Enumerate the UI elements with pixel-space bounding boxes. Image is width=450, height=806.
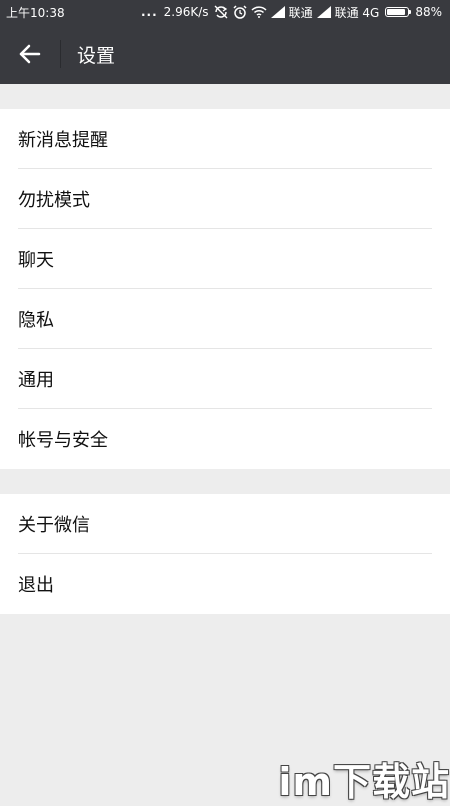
settings-item-chat[interactable]: 聊天 <box>0 229 450 289</box>
back-arrow-icon <box>19 44 41 64</box>
settings-group-secondary: 关于微信 退出 <box>0 494 450 614</box>
settings-item-label: 关于微信 <box>18 515 90 536</box>
signal-icon <box>270 6 285 18</box>
settings-item-label: 聊天 <box>18 250 54 271</box>
carrier-1: 联通 <box>288 5 313 20</box>
settings-item-privacy[interactable]: 隐私 <box>0 289 450 349</box>
header-divider <box>60 40 61 68</box>
status-time: 上午10:38 <box>6 5 65 20</box>
settings-item-label: 帐号与安全 <box>18 430 108 451</box>
watermark: im下载站 <box>278 760 450 804</box>
settings-item-general[interactable]: 通用 <box>0 349 450 409</box>
signal-icon <box>316 6 331 18</box>
alarm-icon <box>233 5 247 19</box>
back-button[interactable] <box>0 24 60 84</box>
carrier-2: 联通 4G <box>334 5 380 20</box>
settings-item-label: 隐私 <box>18 310 54 331</box>
status-bar: 上午10:38 ... 2.96K/s 联通 联通 4G 88% <box>0 0 450 24</box>
battery-percent: 88% <box>415 5 442 19</box>
settings-item-label: 通用 <box>18 370 54 391</box>
settings-item-label: 退出 <box>18 575 54 596</box>
settings-item-label: 勿扰模式 <box>18 190 90 211</box>
battery-icon <box>385 7 412 17</box>
wifi-icon <box>251 6 267 18</box>
settings-item-do-not-disturb[interactable]: 勿扰模式 <box>0 169 450 229</box>
settings-item-label: 新消息提醒 <box>18 130 108 151</box>
settings-group-main: 新消息提醒 勿扰模式 聊天 隐私 通用 帐号与安全 <box>0 109 450 469</box>
data-sync-icon <box>213 5 229 19</box>
settings-item-new-message-notification[interactable]: 新消息提醒 <box>0 109 450 169</box>
header-bar: 设置 <box>0 24 450 84</box>
settings-item-about-wechat[interactable]: 关于微信 <box>0 494 450 554</box>
status-indicators: ... 2.96K/s 联通 联通 4G 88% <box>141 4 442 21</box>
settings-item-logout[interactable]: 退出 <box>0 554 450 614</box>
battery-fill <box>387 9 405 15</box>
status-more-dots: ... <box>140 5 158 19</box>
settings-item-account-security[interactable]: 帐号与安全 <box>0 409 450 469</box>
status-speed: 2.96K/s <box>163 5 209 19</box>
page-title: 设置 <box>77 44 116 67</box>
